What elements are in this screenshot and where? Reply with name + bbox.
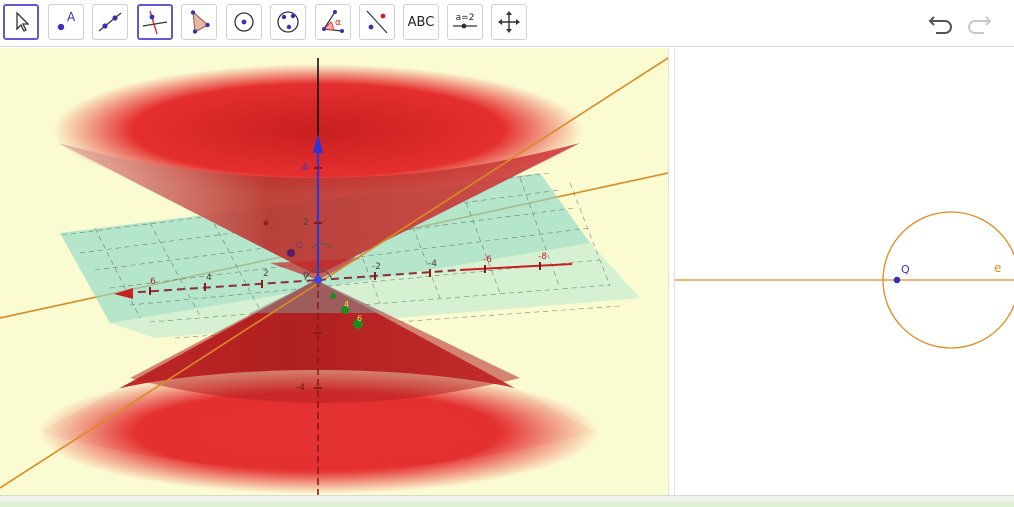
move-arrows-icon	[498, 11, 520, 33]
text-tool-button[interactable]: ABC	[403, 4, 439, 40]
plane-2d: Q e	[675, 211, 1014, 349]
polygon-icon	[190, 10, 210, 34]
polygon-tool-button[interactable]	[181, 4, 217, 40]
point-q-3d[interactable]	[287, 249, 295, 257]
x-tick-label-4: 4	[206, 273, 212, 283]
y-tick-label-neg4: -4	[428, 259, 437, 269]
cursor-arrow-icon	[16, 11, 30, 32]
circle-three-points-icon	[277, 11, 299, 33]
angle-icon: α	[322, 10, 344, 33]
perpendicular-line-icon	[142, 10, 168, 35]
slider-tool-button[interactable]: a=2	[447, 4, 483, 40]
point-tool-button[interactable]: A	[48, 4, 84, 40]
point-tool-glyph: A	[67, 10, 76, 24]
angle-tool-glyph: α	[335, 18, 341, 28]
angle-tool-button[interactable]: α	[315, 4, 351, 40]
redo-icon	[968, 16, 992, 34]
origin-label: 0	[303, 271, 309, 281]
circle-three-points-tool-button[interactable]	[270, 4, 306, 40]
x-tick-label-6: 6	[150, 277, 156, 287]
x-tick-label-2: 2	[263, 269, 269, 279]
y-tick-label-neg6: -6	[483, 255, 492, 265]
view-divider[interactable]	[668, 48, 675, 495]
undo-button[interactable]	[926, 8, 956, 38]
slider-icon: a=2	[453, 13, 477, 29]
move-tool-button[interactable]	[3, 4, 39, 40]
line-icon	[98, 12, 122, 32]
origin-point[interactable]	[314, 276, 322, 284]
z-tick-label-top: 4	[302, 163, 308, 173]
perpendicular-line-tool-button[interactable]	[137, 4, 173, 40]
z-tick-label-neg: -4	[296, 383, 305, 393]
reflect-tool-button[interactable]	[359, 4, 395, 40]
redo-button[interactable]	[964, 8, 994, 38]
input-bar-strip[interactable]	[0, 502, 1014, 507]
slider-tool-label: a=2	[456, 13, 475, 23]
toolbar: A α ABC a=2	[0, 0, 1014, 47]
point-q[interactable]	[893, 276, 901, 284]
bottom-bar	[0, 495, 1014, 507]
green-label-2: 6	[357, 314, 362, 323]
graphics-view-3d[interactable]: 4 2 -4 0 6 4 2 -2 -4 -6 -8 Q 4 6	[0, 48, 668, 495]
point-q-label: Q	[901, 263, 910, 276]
reflect-line-icon	[366, 10, 388, 34]
move-view-tool-button[interactable]	[491, 4, 527, 40]
point-q-3d-label: Q	[296, 241, 303, 251]
graphics-view-2d[interactable]: Q e	[675, 48, 1014, 495]
undo-icon	[928, 16, 952, 34]
point-icon: A	[57, 10, 76, 31]
scene-3d: 4 2 -4 0 6 4 2 -2 -4 -6 -8 Q 4 6	[0, 57, 668, 495]
y-tick-label-neg2: -2	[372, 262, 381, 272]
circle-center-icon	[234, 12, 254, 32]
circle-center-tool-button[interactable]	[226, 4, 262, 40]
line-tool-button[interactable]	[92, 4, 128, 40]
y-tick-label-neg8: -8	[538, 252, 547, 262]
text-tool-label: ABC	[407, 14, 435, 30]
conic-e-label: e	[994, 261, 1001, 275]
green-label-1: 4	[344, 300, 349, 309]
z-tick-label-mid: 2	[303, 218, 309, 228]
